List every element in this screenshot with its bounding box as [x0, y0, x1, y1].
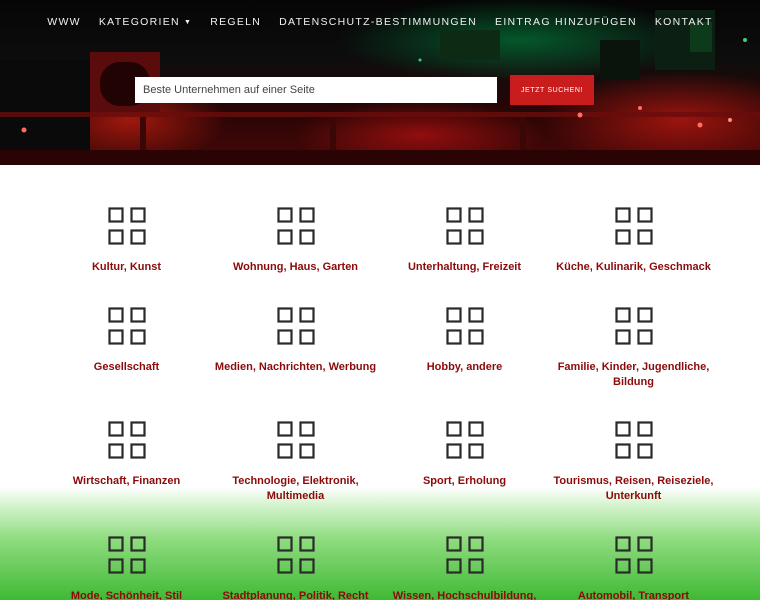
grid-icon	[615, 307, 653, 345]
main-nav: WWW KATEGORIEN ▼ REGELN DATENSCHUTZ-BESTI…	[0, 10, 760, 34]
category-item[interactable]: Unterhaltung, Freizeit	[380, 165, 549, 273]
grid-icon	[615, 536, 653, 574]
nav-item-eintrag-hinzufuegen[interactable]: EINTRAG HINZUFÜGEN	[495, 16, 637, 28]
grid-icon	[277, 307, 315, 345]
category-label[interactable]: Wissen, Hochschulbildung,	[380, 589, 549, 600]
nav-item-datenschutz[interactable]: DATENSCHUTZ-BESTIMMUNGEN	[279, 16, 477, 28]
category-item[interactable]: Stadtplanung, Politik, Recht	[211, 494, 380, 600]
grid-icon	[277, 421, 315, 459]
search-button[interactable]: JETZT SUCHEN!	[510, 75, 594, 105]
grid-icon	[277, 536, 315, 574]
category-item[interactable]: Gesellschaft	[42, 265, 211, 379]
grid-icon	[446, 421, 484, 459]
category-item[interactable]: Mode, Schönheit, Stil	[42, 494, 211, 600]
category-label[interactable]: Gesellschaft	[42, 360, 211, 375]
category-item[interactable]: Küche, Kulinarik, Geschmack	[549, 165, 718, 273]
category-label[interactable]: Medien, Nachrichten, Werbung	[211, 360, 380, 375]
category-label[interactable]: Sport, Erholung	[380, 474, 549, 489]
category-item[interactable]: Kultur, Kunst	[42, 165, 211, 273]
category-item[interactable]: Wirtschaft, Finanzen	[42, 379, 211, 494]
grid-icon	[615, 421, 653, 459]
category-item[interactable]: Medien, Nachrichten, Werbung	[211, 265, 380, 379]
grid-icon	[108, 307, 146, 345]
nav-item-kategorien[interactable]: KATEGORIEN ▼	[99, 16, 192, 28]
nav-item-kategorien-label: KATEGORIEN	[98, 16, 180, 28]
grid-icon	[277, 207, 315, 245]
category-section: Kultur, Kunst Wohnung, Haus, Garten Unterh…	[0, 165, 760, 600]
nav-item-regeln[interactable]: REGELN	[210, 16, 261, 28]
category-label[interactable]: Mode, Schönheit, Stil	[42, 589, 211, 600]
category-item[interactable]: Wissen, Hochschulbildung,	[380, 494, 549, 600]
category-item[interactable]: Familie, Kinder, Jugendliche, Bildung	[549, 265, 718, 388]
category-label[interactable]: Wirtschaft, Finanzen	[42, 474, 211, 489]
grid-icon	[446, 207, 484, 245]
category-item[interactable]: Tourismus, Reisen, Reiseziele, Unterkunf…	[549, 379, 718, 502]
grid-icon	[446, 307, 484, 345]
grid-icon	[446, 536, 484, 574]
nav-item-www[interactable]: WWW	[47, 16, 81, 28]
nav-item-kontakt[interactable]: KONTAKT	[655, 16, 713, 28]
category-item[interactable]: Sport, Erholung	[380, 379, 549, 494]
grid-icon	[108, 207, 146, 245]
category-label[interactable]: Automobil, Transport	[549, 589, 718, 600]
category-item[interactable]: Automobil, Transport	[549, 494, 718, 600]
category-label[interactable]: Stadtplanung, Politik, Recht	[211, 589, 380, 600]
category-label[interactable]: Hobby, andere	[380, 360, 549, 375]
grid-icon	[615, 207, 653, 245]
category-item[interactable]: Technologie, Elektronik, Multimedia	[211, 379, 380, 502]
category-item[interactable]: Wohnung, Haus, Garten	[211, 165, 380, 273]
category-item[interactable]: Hobby, andere	[380, 265, 549, 379]
caret-down-icon: ▼	[183, 18, 193, 26]
search-input[interactable]	[135, 77, 497, 103]
category-grid: Kultur, Kunst Wohnung, Haus, Garten Unterh…	[42, 165, 718, 600]
hero-banner: WWW KATEGORIEN ▼ REGELN DATENSCHUTZ-BESTI…	[0, 0, 760, 165]
grid-icon	[108, 421, 146, 459]
grid-icon	[108, 536, 146, 574]
